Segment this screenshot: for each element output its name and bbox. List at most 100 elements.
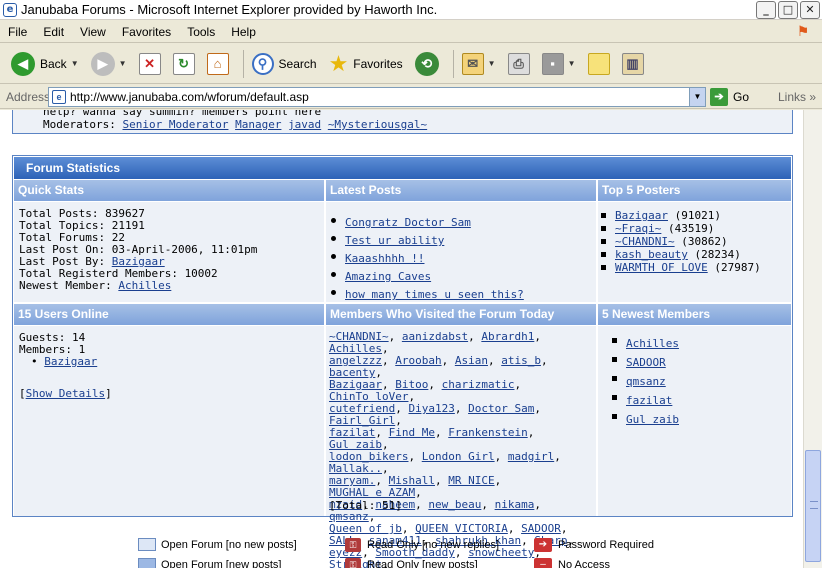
menu-tools[interactable]: Tools: [179, 22, 223, 42]
visitor-line: Bazigaar, Bitoo, charizmatic, ChinTo loV…: [329, 378, 522, 403]
history-button[interactable]: ⟲: [412, 48, 442, 80]
discuss-button[interactable]: [585, 48, 613, 80]
list-item: fazilat: [610, 391, 791, 410]
go-button[interactable]: ➔ Go: [710, 87, 770, 106]
links-button[interactable]: Links »: [778, 90, 822, 104]
new-member-link[interactable]: fazilat: [626, 394, 672, 407]
visitor-link[interactable]: Find Me: [389, 426, 435, 439]
visitor-link[interactable]: Frankenstein: [448, 426, 527, 439]
newest-member-link[interactable]: Achilles: [118, 279, 171, 292]
top-posters-list: Bazigaar (91021) ~Fraqi~ (43519) ~CHANDN…: [599, 209, 791, 274]
latest-post-link[interactable]: Kaaashhhh !!: [345, 252, 424, 265]
menu-favorites[interactable]: Favorites: [114, 22, 179, 42]
visitor-link[interactable]: MR NICE: [448, 474, 494, 487]
minimize-button[interactable]: _: [756, 0, 776, 19]
menu-view[interactable]: View: [72, 22, 114, 42]
poster-link[interactable]: ~Fraqi~: [615, 222, 661, 235]
research-icon: ▥: [621, 52, 644, 75]
list-item: how many times u seen this?: [329, 286, 596, 304]
legend-label: Password Required: [558, 539, 654, 551]
new-member-link[interactable]: qmsanz: [626, 375, 666, 388]
visitor-link[interactable]: Aroobah: [395, 354, 441, 367]
latest-post-link[interactable]: Amazing Caves: [345, 270, 431, 283]
maximize-button[interactable]: □: [778, 0, 798, 19]
toolbar-separator: [452, 49, 454, 78]
online-member-link[interactable]: Bazigaar: [44, 355, 97, 368]
latest-post-link[interactable]: how many times u seen this?: [345, 288, 524, 301]
links-label: Links: [778, 89, 807, 104]
back-dropdown-icon[interactable]: ▼: [71, 59, 79, 68]
newest-member-label: Newest Member:: [19, 279, 112, 292]
visitor-link[interactable]: Abrardh1: [481, 330, 534, 343]
mail-dropdown-icon[interactable]: ▼: [488, 59, 496, 68]
visitor-link[interactable]: Asian: [455, 354, 488, 367]
research-button[interactable]: ▥: [619, 48, 647, 80]
moderator-link[interactable]: Senior Moderator: [122, 118, 228, 131]
printer-icon: ⎙: [507, 52, 530, 75]
poster-count: (30862): [681, 235, 728, 248]
forward-dropdown-icon[interactable]: ▼: [119, 59, 127, 68]
stop-button[interactable]: ✕: [136, 48, 164, 80]
back-label: Back: [40, 56, 67, 71]
poster-link[interactable]: Bazigaar: [615, 209, 668, 222]
visitor-link[interactable]: atis_b: [501, 354, 541, 367]
vertical-scrollbar[interactable]: [803, 110, 822, 568]
visitor-line: maryam., Mishall, MR NICE, MUGHAL e AZAM…: [329, 474, 502, 499]
scrollbar-grip-icon: [810, 501, 818, 509]
refresh-button[interactable]: ↻: [170, 48, 198, 80]
address-dropdown-icon[interactable]: ▼: [689, 87, 705, 106]
visitor-link[interactable]: Diya123: [408, 402, 454, 415]
new-member-link[interactable]: Achilles: [626, 337, 679, 350]
edit-dropdown-icon[interactable]: ▼: [568, 59, 576, 68]
moderator-link[interactable]: javad: [288, 118, 321, 131]
users-online-cell: Guests: 14 Members: 1 • Bazigaar [Show D…: [14, 326, 324, 516]
newest-members-cell: Achilles SADOOR qmsanz fazilat Gul zaib: [598, 326, 791, 516]
home-icon: ⌂: [206, 52, 229, 75]
visitor-line: cutefriend, Diya123, Doctor Sam, Fairl_G…: [329, 402, 541, 427]
moderator-link[interactable]: ~Mysteriousgal~: [328, 118, 427, 131]
edit-button[interactable]: ▪ ▼: [539, 48, 579, 80]
latest-post-link[interactable]: Congratz Doctor Sam: [345, 216, 471, 229]
scrollbar-thumb[interactable]: [805, 450, 821, 562]
star-icon: ★: [328, 50, 349, 76]
online-member-list: • Bazigaar: [31, 355, 98, 368]
new-member-link[interactable]: SADOOR: [626, 356, 666, 369]
poster-link[interactable]: kash_beauty: [615, 248, 688, 261]
visitor-link[interactable]: Doctor Sam: [468, 402, 534, 415]
lock-icon: ⚿: [345, 538, 361, 552]
forum-statistics-panel: Forum Statistics Quick Stats Latest Post…: [12, 155, 793, 568]
favorites-button[interactable]: ★ Favorites: [326, 48, 406, 80]
go-label: Go: [733, 89, 750, 104]
visitor-line: lodon_bikers, London Girl, madgirl, Mall…: [329, 450, 561, 475]
visitor-link[interactable]: new_beau: [428, 498, 481, 511]
print-button[interactable]: ⎙: [505, 48, 533, 80]
menu-help[interactable]: Help: [223, 22, 264, 42]
legend-label: Open Forum [no new posts]: [161, 538, 297, 551]
menu-edit[interactable]: Edit: [35, 22, 72, 42]
menu-file[interactable]: File: [0, 22, 35, 42]
top-posters-cell: Bazigaar (91021) ~Fraqi~ (43519) ~CHANDN…: [598, 202, 791, 302]
mail-button[interactable]: ✉ ▼: [459, 48, 499, 80]
address-input[interactable]: e http://www.janubaba.com/wforum/default…: [48, 86, 706, 107]
close-button[interactable]: ✕: [800, 0, 820, 19]
back-button[interactable]: ◀ Back ▼: [8, 48, 82, 80]
search-button[interactable]: ⚲ Search: [249, 48, 320, 80]
poster-link[interactable]: ~CHANDNI~: [615, 235, 675, 248]
latest-post-link[interactable]: Test ur ability: [345, 234, 444, 247]
show-details-link[interactable]: Show Details: [26, 387, 105, 400]
forward-button[interactable]: ▶ ▼: [88, 48, 130, 80]
visitor-link[interactable]: charizmatic: [442, 378, 515, 391]
moderator-link[interactable]: Manager: [235, 118, 281, 131]
newest-members-heading: 5 Newest Members: [598, 304, 791, 325]
home-button[interactable]: ⌂: [204, 48, 232, 80]
top-posters-heading: Top 5 Posters: [598, 180, 791, 201]
visitor-link[interactable]: aanizdabst: [402, 330, 468, 343]
poster-link[interactable]: WARMTH OF LOVE: [615, 261, 708, 274]
users-online-heading: 15 Users Online: [14, 304, 324, 325]
address-url[interactable]: http://www.janubaba.com/wforum/default.a…: [70, 90, 689, 104]
visitor-link[interactable]: nikama: [495, 498, 535, 511]
visitor-link[interactable]: madgirl: [508, 450, 554, 463]
new-member-link[interactable]: Gul zaib: [626, 413, 679, 426]
window-title: Janubaba Forums - Microsoft Internet Exp…: [21, 2, 438, 17]
visitor-link[interactable]: London Girl: [422, 450, 495, 463]
